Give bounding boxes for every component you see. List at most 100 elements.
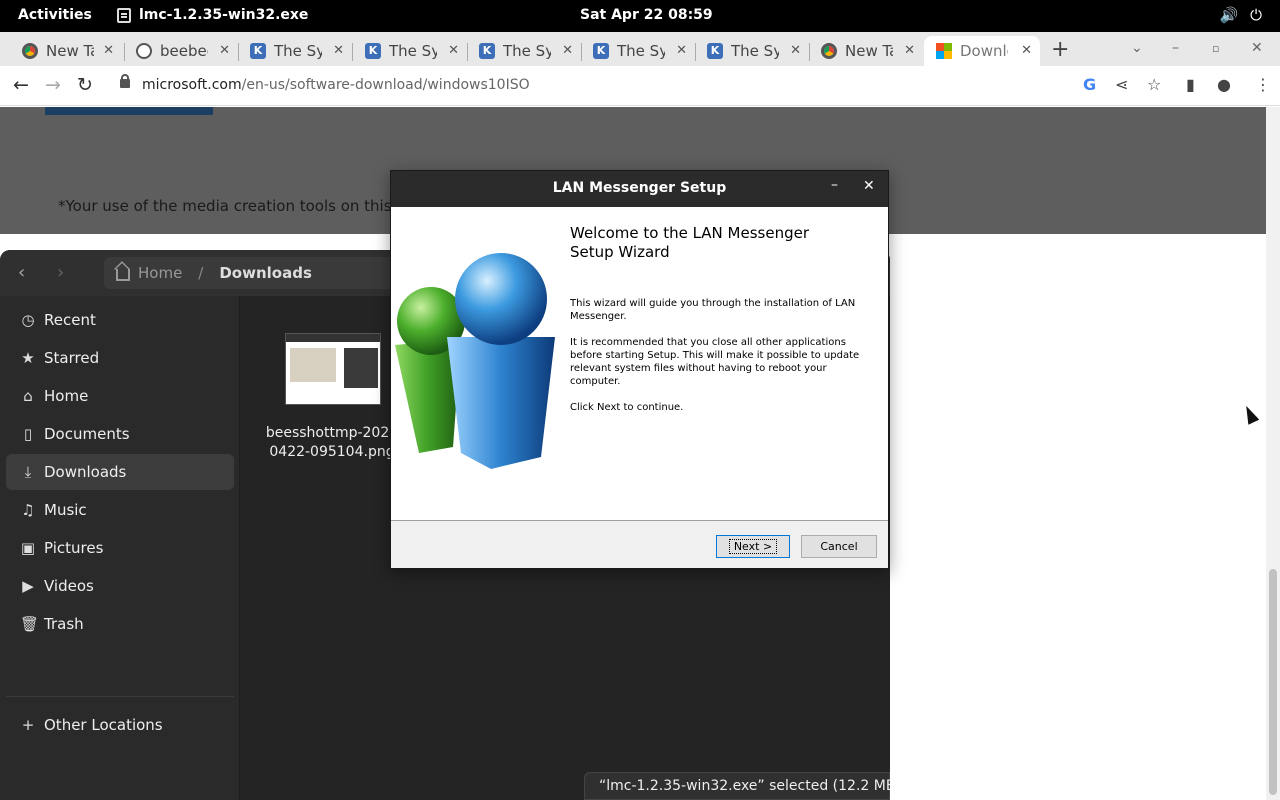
tab-label: Download xyxy=(960,42,1008,60)
tab-label: The Sys xyxy=(389,42,437,60)
system-tray[interactable]: 🔊 ⏻ xyxy=(1219,6,1262,24)
cancel-button[interactable]: Cancel xyxy=(801,535,877,558)
sidebar-item-label: Music xyxy=(44,501,87,519)
sidebar-item-label: Videos xyxy=(44,577,94,595)
globe-icon xyxy=(136,43,152,59)
tab-the-sys-2[interactable]: K The Sys ✕ xyxy=(343,36,467,66)
clock-icon: ◷ xyxy=(21,311,35,329)
home-icon xyxy=(116,269,130,281)
minimize-icon[interactable]: – xyxy=(831,177,838,193)
side-panel-icon[interactable]: ▮ xyxy=(1186,75,1195,94)
back-icon[interactable]: ‹ xyxy=(18,262,25,283)
sidebar-item-downloads[interactable]: ⤓ Downloads xyxy=(6,454,234,490)
music-icon: ♫ xyxy=(21,501,35,519)
tab-label: The Sys xyxy=(731,42,779,60)
sidebar-item-pictures[interactable]: ▣ Pictures xyxy=(6,530,234,566)
forward-arrow-icon[interactable]: → xyxy=(45,74,61,96)
file-thumbnail[interactable] xyxy=(285,333,381,405)
sidebar-item-label: Recent xyxy=(44,311,96,329)
wizard-intro-text: This wizard will guide you through the i… xyxy=(570,298,856,322)
clock[interactable]: Sat Apr 22 08:59 xyxy=(580,7,713,23)
dialog-titlebar[interactable]: LAN Messenger Setup – ✕ xyxy=(391,171,888,207)
video-icon: ▶ xyxy=(22,577,34,595)
tab-beebee[interactable]: beebee ✕ xyxy=(114,36,238,66)
chrome-icon xyxy=(821,43,837,59)
window-close-icon[interactable]: ✕ xyxy=(1251,40,1263,56)
sidebar-item-music[interactable]: ♫ Music xyxy=(6,492,234,528)
places-sidebar: ◷ Recent ★ Starred ⌂ Home ▯ Documents ⤓ Downl… xyxy=(0,296,240,800)
tab-download-active[interactable]: Download ✕ xyxy=(924,36,1040,66)
sidebar-item-label: Pictures xyxy=(44,539,104,557)
minimize-icon[interactable]: – xyxy=(1172,40,1179,56)
app-menu[interactable]: lmc-1.2.35-win32.exe xyxy=(117,7,308,23)
activities-button[interactable]: Activities xyxy=(18,7,92,23)
download-icon: ⤓ xyxy=(24,463,32,481)
next-button[interactable]: Next > xyxy=(716,535,790,558)
k-icon: K xyxy=(479,43,495,59)
sidebar-item-videos[interactable]: ▶ Videos xyxy=(6,568,234,604)
close-icon[interactable]: ✕ xyxy=(863,178,875,194)
sidebar-item-label: Home xyxy=(44,387,89,405)
tab-search-chevron-icon[interactable]: ⌄ xyxy=(1131,40,1143,56)
star-icon: ★ xyxy=(21,349,35,367)
breadcrumb: Home / Downloads xyxy=(104,257,404,289)
tab-the-sys-5[interactable]: K The Sys ✕ xyxy=(685,36,809,66)
power-icon[interactable]: ⏻ xyxy=(1250,6,1262,24)
close-icon[interactable]: ✕ xyxy=(1021,43,1032,58)
tab-new-tab[interactable]: New Tab ✕ xyxy=(0,36,122,66)
sidebar-item-starred[interactable]: ★ Starred xyxy=(6,340,234,376)
tab-label: The Sys xyxy=(503,42,551,60)
home-icon: ⌂ xyxy=(23,387,33,405)
more-menu-icon[interactable]: ⋮ xyxy=(1255,75,1271,94)
tab-the-sys-1[interactable]: K The Sys ✕ xyxy=(228,36,352,66)
back-arrow-icon[interactable]: ← xyxy=(13,74,29,96)
sidebar-item-label: Starred xyxy=(44,349,100,367)
k-icon: K xyxy=(365,43,381,59)
google-icon[interactable]: G xyxy=(1083,75,1096,94)
reload-icon[interactable]: ↻ xyxy=(77,74,93,96)
browser-tab-strip: New Tab ✕ beebee ✕ K The Sys ✕ K The Sys… xyxy=(0,32,1280,66)
tab-label: beebee xyxy=(160,42,208,60)
sidebar-item-home[interactable]: ⌂ Home xyxy=(6,378,234,414)
star-bookmark-icon[interactable]: ☆ xyxy=(1147,75,1161,94)
k-icon: K xyxy=(707,43,723,59)
close-icon[interactable]: ✕ xyxy=(904,43,915,58)
breadcrumb-home[interactable]: Home xyxy=(138,264,182,282)
new-tab-button[interactable]: + xyxy=(1051,37,1069,62)
sidebar-item-other-locations[interactable]: + Other Locations xyxy=(6,707,234,743)
sidebar-item-documents[interactable]: ▯ Documents xyxy=(6,416,234,452)
profile-avatar-icon[interactable]: ● xyxy=(1217,75,1231,94)
k-icon: K xyxy=(250,43,266,59)
tab-label: The Sys xyxy=(617,42,665,60)
lock-icon[interactable] xyxy=(120,74,130,88)
forward-icon[interactable]: › xyxy=(57,262,64,283)
share-icon[interactable]: ⋖ xyxy=(1115,75,1128,94)
breadcrumb-current[interactable]: Downloads xyxy=(219,264,312,282)
close-icon[interactable]: ✕ xyxy=(103,43,114,58)
tab-new-tab-2[interactable]: New Tab ✕ xyxy=(799,36,923,66)
page-scrollbar[interactable] xyxy=(1266,107,1280,800)
system-top-bar: Activities lmc-1.2.35-win32.exe Sat Apr … xyxy=(0,0,1280,32)
download-button[interactable] xyxy=(45,107,213,115)
picture-icon: ▣ xyxy=(20,539,36,557)
plus-icon: + xyxy=(21,716,35,734)
tab-the-sys-3[interactable]: K The Sys ✕ xyxy=(457,36,581,66)
speaker-icon[interactable]: 🔊 xyxy=(1219,6,1238,24)
welcome-panel: Welcome to the LAN Messenger Setup Wizar… xyxy=(391,207,888,521)
tab-the-sys-4[interactable]: K The Sys ✕ xyxy=(571,36,695,66)
file-name-line: 0422-095104.png xyxy=(269,444,395,460)
sidebar-item-trash[interactable]: 🗑 Trash xyxy=(6,606,234,642)
sidebar-item-recent[interactable]: ◷ Recent xyxy=(6,302,234,338)
app-menu-label: lmc-1.2.35-win32.exe xyxy=(139,7,309,23)
address-bar[interactable]: microsoft.com/en-us/software-download/wi… xyxy=(142,77,530,93)
file-name[interactable]: beesshottmp-2023 0422-095104.png xyxy=(262,424,402,462)
tab-label: The Sys xyxy=(274,42,322,60)
maximize-icon[interactable]: ▫ xyxy=(1212,42,1219,55)
sidebar-divider xyxy=(6,696,234,697)
application-icon xyxy=(117,7,131,23)
sidebar-item-label: Trash xyxy=(44,615,84,633)
k-icon: K xyxy=(593,43,609,59)
breadcrumb-separator: / xyxy=(198,264,204,282)
scrollbar-thumb[interactable] xyxy=(1269,569,1277,795)
file-name-line: beesshottmp-2023 xyxy=(265,425,399,441)
